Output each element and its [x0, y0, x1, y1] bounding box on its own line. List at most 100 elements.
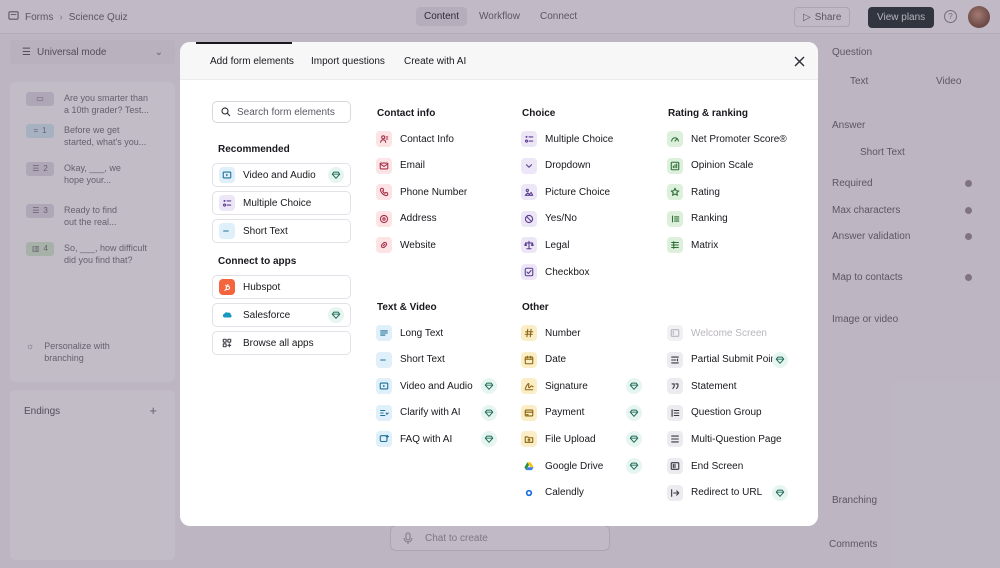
long-text-icon: [376, 325, 392, 341]
element-clarify-with-ai[interactable]: Clarify with AI: [376, 404, 508, 422]
premium-diamond-icon: [331, 311, 341, 319]
short-text-icon: [376, 351, 392, 368]
browse-all-apps-card[interactable]: Browse all apps: [212, 331, 351, 355]
element-short-text[interactable]: Short Text: [376, 351, 508, 369]
element-label: Dropdown: [545, 160, 591, 172]
picture-icon: [521, 184, 537, 201]
element-dropdown[interactable]: Dropdown: [521, 157, 653, 175]
element-redirect-to-url[interactable]: Redirect to URL: [667, 484, 799, 502]
yes-no-icon: [521, 210, 537, 227]
element-label: Checkbox: [545, 266, 590, 278]
question-group-icon: [667, 404, 683, 421]
hubspot-card[interactable]: Hubspot: [212, 275, 351, 299]
salesforce-card[interactable]: Salesforce: [212, 303, 351, 327]
element-signature[interactable]: Signature: [521, 377, 653, 395]
end-screen-icon: [667, 458, 683, 474]
redirect-icon: [667, 484, 683, 501]
element-payment[interactable]: Payment: [521, 404, 653, 422]
element-end-screen[interactable]: End Screen: [667, 457, 799, 475]
element-label: Short Text: [243, 225, 288, 237]
element-label: Number: [545, 327, 581, 339]
clarify-ai-icon: [376, 404, 392, 421]
element-opinion-scale[interactable]: Opinion Scale: [667, 157, 799, 175]
element-label: Signature: [545, 380, 588, 392]
element-statement[interactable]: Statement: [667, 377, 799, 395]
active-tab-indicator: [196, 42, 292, 44]
element-multiple-choice[interactable]: Multiple Choice: [521, 130, 653, 148]
element-google-drive[interactable]: Google Drive: [521, 457, 653, 475]
element-website[interactable]: Website: [376, 236, 508, 254]
close-button[interactable]: [792, 54, 806, 68]
element-label: Website: [400, 239, 436, 251]
element-picture-choice[interactable]: Picture Choice: [521, 183, 653, 201]
connect-apps-heading: Connect to apps: [218, 256, 297, 267]
element-label: Partial Submit Point: [691, 354, 779, 366]
element-address[interactable]: Address: [376, 210, 508, 228]
premium-badge: [626, 378, 642, 395]
salesforce-icon: [219, 307, 235, 323]
element-welcome-screen: Welcome Screen: [667, 324, 799, 342]
modal-tabs: Add form elements Import questions Creat…: [180, 42, 818, 80]
element-checkbox[interactable]: Checkbox: [521, 263, 653, 281]
matrix-icon: [667, 237, 683, 254]
phone-icon: [376, 184, 392, 201]
hubspot-icon: [219, 279, 235, 295]
calendar-icon: [521, 351, 537, 368]
premium-diamond-icon: [484, 435, 494, 444]
element-label: Phone Number: [400, 186, 468, 198]
rating-ranking-heading: Rating & ranking: [668, 108, 749, 119]
video-and-audio-card[interactable]: Video and Audio: [212, 163, 351, 187]
other-heading: Other: [522, 302, 549, 313]
element-question-group[interactable]: Question Group: [667, 404, 799, 422]
google-drive-icon: [521, 458, 537, 474]
element-label: Contact Info: [400, 133, 454, 145]
element-label: Multiple Choice: [243, 197, 312, 209]
multi-question-icon: [667, 431, 683, 448]
element-long-text[interactable]: Long Text: [376, 324, 508, 342]
element-label: Redirect to URL: [691, 487, 763, 499]
element-phone-number[interactable]: Phone Number: [376, 183, 508, 201]
element-matrix[interactable]: Matrix: [667, 236, 799, 254]
element-net-promoter-score[interactable]: Net Promoter Score®: [667, 130, 799, 148]
recommended-heading: Recommended: [218, 144, 290, 155]
element-multi-question-page[interactable]: Multi-Question Page: [667, 430, 799, 448]
multiple-choice-card[interactable]: Multiple Choice: [212, 191, 351, 215]
element-label: Video and Audio: [400, 380, 473, 392]
short-text-card[interactable]: Short Text: [212, 219, 351, 243]
premium-badge: [328, 307, 344, 323]
element-file-upload[interactable]: File Upload: [521, 430, 653, 448]
element-ranking[interactable]: Ranking: [667, 210, 799, 228]
partial-submit-icon: [667, 351, 683, 368]
tab-create-with-ai[interactable]: Create with AI: [404, 56, 466, 67]
contact-card-icon: [376, 131, 392, 147]
element-rating[interactable]: Rating: [667, 183, 799, 201]
element-email[interactable]: Email: [376, 157, 508, 175]
premium-diamond-icon: [484, 409, 494, 417]
element-partial-submit-point[interactable]: Partial Submit Point: [667, 351, 799, 369]
premium-badge: [626, 458, 642, 474]
element-number[interactable]: Number: [521, 324, 653, 342]
element-video-and-audio[interactable]: Video and Audio: [376, 377, 508, 395]
search-field[interactable]: [212, 101, 351, 123]
element-label: Clarify with AI: [400, 407, 461, 419]
email-icon: [376, 157, 392, 174]
element-yes-no[interactable]: Yes/No: [521, 210, 653, 228]
premium-diamond-icon: [629, 409, 639, 417]
dropdown-icon: [521, 157, 537, 174]
element-calendly[interactable]: Calendly: [521, 484, 653, 502]
search-input[interactable]: [237, 106, 347, 118]
search-icon: [221, 107, 231, 117]
contact-info-heading: Contact info: [377, 108, 436, 119]
tab-import-questions[interactable]: Import questions: [311, 56, 385, 67]
location-icon: [376, 210, 392, 227]
element-label: Payment: [545, 407, 585, 419]
tab-add-form-elements[interactable]: Add form elements: [210, 56, 294, 67]
element-label: File Upload: [545, 433, 596, 445]
element-label: Multiple Choice: [545, 133, 614, 145]
element-legal[interactable]: Legal: [521, 236, 653, 254]
element-date[interactable]: Date: [521, 351, 653, 369]
element-label: Welcome Screen: [691, 327, 767, 339]
element-contact-info[interactable]: Contact Info: [376, 130, 508, 148]
element-faq-with-ai[interactable]: FAQ with AI: [376, 430, 508, 448]
element-label: Net Promoter Score®: [691, 133, 787, 145]
